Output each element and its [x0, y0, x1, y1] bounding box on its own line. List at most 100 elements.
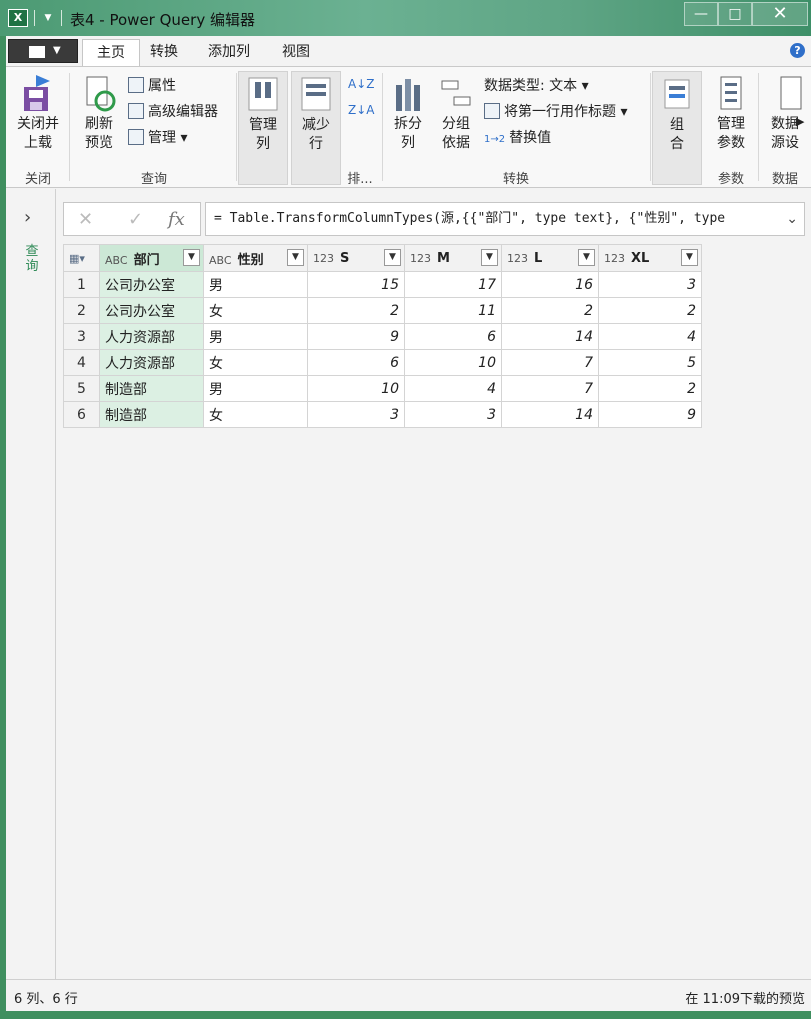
tab-transform[interactable]: 转换	[136, 39, 192, 66]
number-type-icon[interactable]: 123	[313, 252, 334, 265]
expand-queries-icon[interactable]: ›	[24, 207, 31, 228]
fx-icon[interactable]: fx	[168, 209, 185, 230]
column-header-m[interactable]: 123 M ▼	[404, 244, 502, 272]
filter-dropdown-icon[interactable]: ▼	[183, 249, 200, 266]
tab-add-column[interactable]: 添加列	[194, 39, 264, 66]
refresh-preview-button[interactable]: 刷新 预览	[74, 73, 124, 153]
cell-s[interactable]: 15	[307, 271, 405, 298]
replace-values-button[interactable]: 1→2 替换值	[484, 129, 551, 149]
cell-s[interactable]: 9	[307, 323, 405, 350]
number-type-icon[interactable]: 123	[604, 252, 625, 265]
cell-l[interactable]: 7	[501, 375, 599, 402]
quick-access-dropdown-icon[interactable]: ▼	[41, 10, 55, 26]
cell-l[interactable]: 14	[501, 401, 599, 428]
cell-s[interactable]: 10	[307, 375, 405, 402]
combine-button[interactable]: 组 合	[652, 71, 702, 185]
cell-dept[interactable]: 公司办公室	[99, 297, 204, 324]
cell-m[interactable]: 11	[404, 297, 502, 324]
cell-l[interactable]: 16	[501, 271, 599, 298]
cell-s[interactable]: 2	[307, 297, 405, 324]
filter-dropdown-icon[interactable]: ▼	[578, 249, 595, 266]
row-number[interactable]: 5	[63, 375, 100, 402]
cell-sex[interactable]: 男	[203, 375, 308, 402]
column-header-sex[interactable]: ABC 性别 ▼	[203, 244, 308, 272]
cell-m[interactable]: 6	[404, 323, 502, 350]
cell-sex[interactable]: 女	[203, 401, 308, 428]
tab-home[interactable]: 主页	[82, 39, 140, 66]
use-first-row-as-headers-button[interactable]: 将第一行用作标题 ▾	[484, 103, 627, 121]
sort-ascending-icon[interactable]: A↓Z	[348, 75, 374, 93]
cell-l[interactable]: 2	[501, 297, 599, 324]
cell-l[interactable]: 14	[501, 323, 599, 350]
cell-xl[interactable]: 2	[598, 297, 702, 324]
row-number[interactable]: 3	[63, 323, 100, 350]
cell-sex[interactable]: 女	[203, 297, 308, 324]
number-type-icon[interactable]: 123	[410, 252, 431, 265]
cell-s[interactable]: 3	[307, 401, 405, 428]
cell-dept[interactable]: 制造部	[99, 375, 204, 402]
cell-dept[interactable]: 人力资源部	[99, 349, 204, 376]
cell-m[interactable]: 10	[404, 349, 502, 376]
row-number[interactable]: 4	[63, 349, 100, 376]
tab-view[interactable]: 视图	[268, 39, 324, 66]
group-label-sort: 排...	[347, 172, 373, 187]
cell-dept[interactable]: 制造部	[99, 401, 204, 428]
close-and-load-button[interactable]: 关闭并 上载	[12, 73, 64, 153]
filter-dropdown-icon[interactable]: ▼	[287, 249, 304, 266]
cell-dept[interactable]: 人力资源部	[99, 323, 204, 350]
column-header-l[interactable]: 123 L ▼	[501, 244, 599, 272]
chevron-down-icon[interactable]: ⌄	[786, 203, 798, 235]
cell-dept[interactable]: 公司办公室	[99, 271, 204, 298]
advanced-editor-button[interactable]: 高级编辑器	[128, 103, 218, 121]
manage-parameters-button[interactable]: 管理 参数	[708, 73, 754, 153]
properties-button[interactable]: 属性	[128, 77, 176, 95]
sort-descending-icon[interactable]: Z↓A	[348, 101, 374, 119]
cell-xl[interactable]: 4	[598, 323, 702, 350]
manage-button[interactable]: 管理 ▾	[128, 129, 187, 147]
row-number[interactable]: 1	[63, 271, 100, 298]
formula-text: = Table.TransformColumnTypes(源,{{"部门", t…	[214, 211, 726, 226]
column-header-s[interactable]: 123 S ▼	[307, 244, 405, 272]
group-by-button[interactable]: 分组 依据	[434, 73, 478, 153]
confirm-formula-icon[interactable]: ✓	[128, 209, 143, 230]
cell-m[interactable]: 3	[404, 401, 502, 428]
file-menu-button[interactable]: ▼	[8, 39, 78, 63]
help-icon[interactable]: ?	[790, 43, 805, 58]
cancel-formula-icon[interactable]: ✕	[78, 209, 93, 230]
cell-sex[interactable]: 女	[203, 349, 308, 376]
row-number[interactable]: 2	[63, 297, 100, 324]
reduce-rows-button[interactable]: 减少 行	[291, 71, 341, 185]
data-type-dropdown[interactable]: 数据类型: 文本 ▾	[484, 77, 589, 95]
cell-m[interactable]: 17	[404, 271, 502, 298]
cell-sex[interactable]: 男	[203, 323, 308, 350]
number-type-icon[interactable]: 123	[507, 252, 528, 265]
row-number[interactable]: 6	[63, 401, 100, 428]
cell-s[interactable]: 6	[307, 349, 405, 376]
filter-dropdown-icon[interactable]: ▼	[681, 249, 698, 266]
maximize-button[interactable]: □	[718, 2, 752, 26]
cell-xl[interactable]: 5	[598, 349, 702, 376]
filter-dropdown-icon[interactable]: ▼	[384, 249, 401, 266]
split-column-button[interactable]: 拆分 列	[386, 73, 430, 153]
advanced-editor-icon	[128, 103, 144, 119]
cell-xl[interactable]: 9	[598, 401, 702, 428]
text-type-icon[interactable]: ABC	[209, 254, 232, 267]
cell-sex[interactable]: 男	[203, 271, 308, 298]
cell-xl[interactable]: 2	[598, 375, 702, 402]
formula-bar-input[interactable]: = Table.TransformColumnTypes(源,{{"部门", t…	[205, 202, 805, 236]
column-header-dept[interactable]: ABC 部门 ▼	[99, 244, 204, 272]
cell-m[interactable]: 4	[404, 375, 502, 402]
cell-xl[interactable]: 3	[598, 271, 702, 298]
minimize-button[interactable]: —	[684, 2, 718, 26]
cell-l[interactable]: 7	[501, 349, 599, 376]
column-header-xl[interactable]: 123 XL ▼	[598, 244, 702, 272]
ribbon-scroll-right-icon[interactable]: ▶	[796, 113, 804, 131]
excel-icon[interactable]: X	[8, 9, 28, 27]
manage-columns-button[interactable]: 管理 列	[238, 71, 288, 185]
text-type-icon[interactable]: ABC	[105, 254, 128, 267]
table-menu-corner[interactable]: ▦▾	[63, 244, 100, 272]
close-button[interactable]: ✕	[752, 2, 808, 26]
filter-dropdown-icon[interactable]: ▼	[481, 249, 498, 266]
queries-pane-label[interactable]: 查询	[23, 244, 41, 274]
split-icon	[390, 73, 426, 113]
